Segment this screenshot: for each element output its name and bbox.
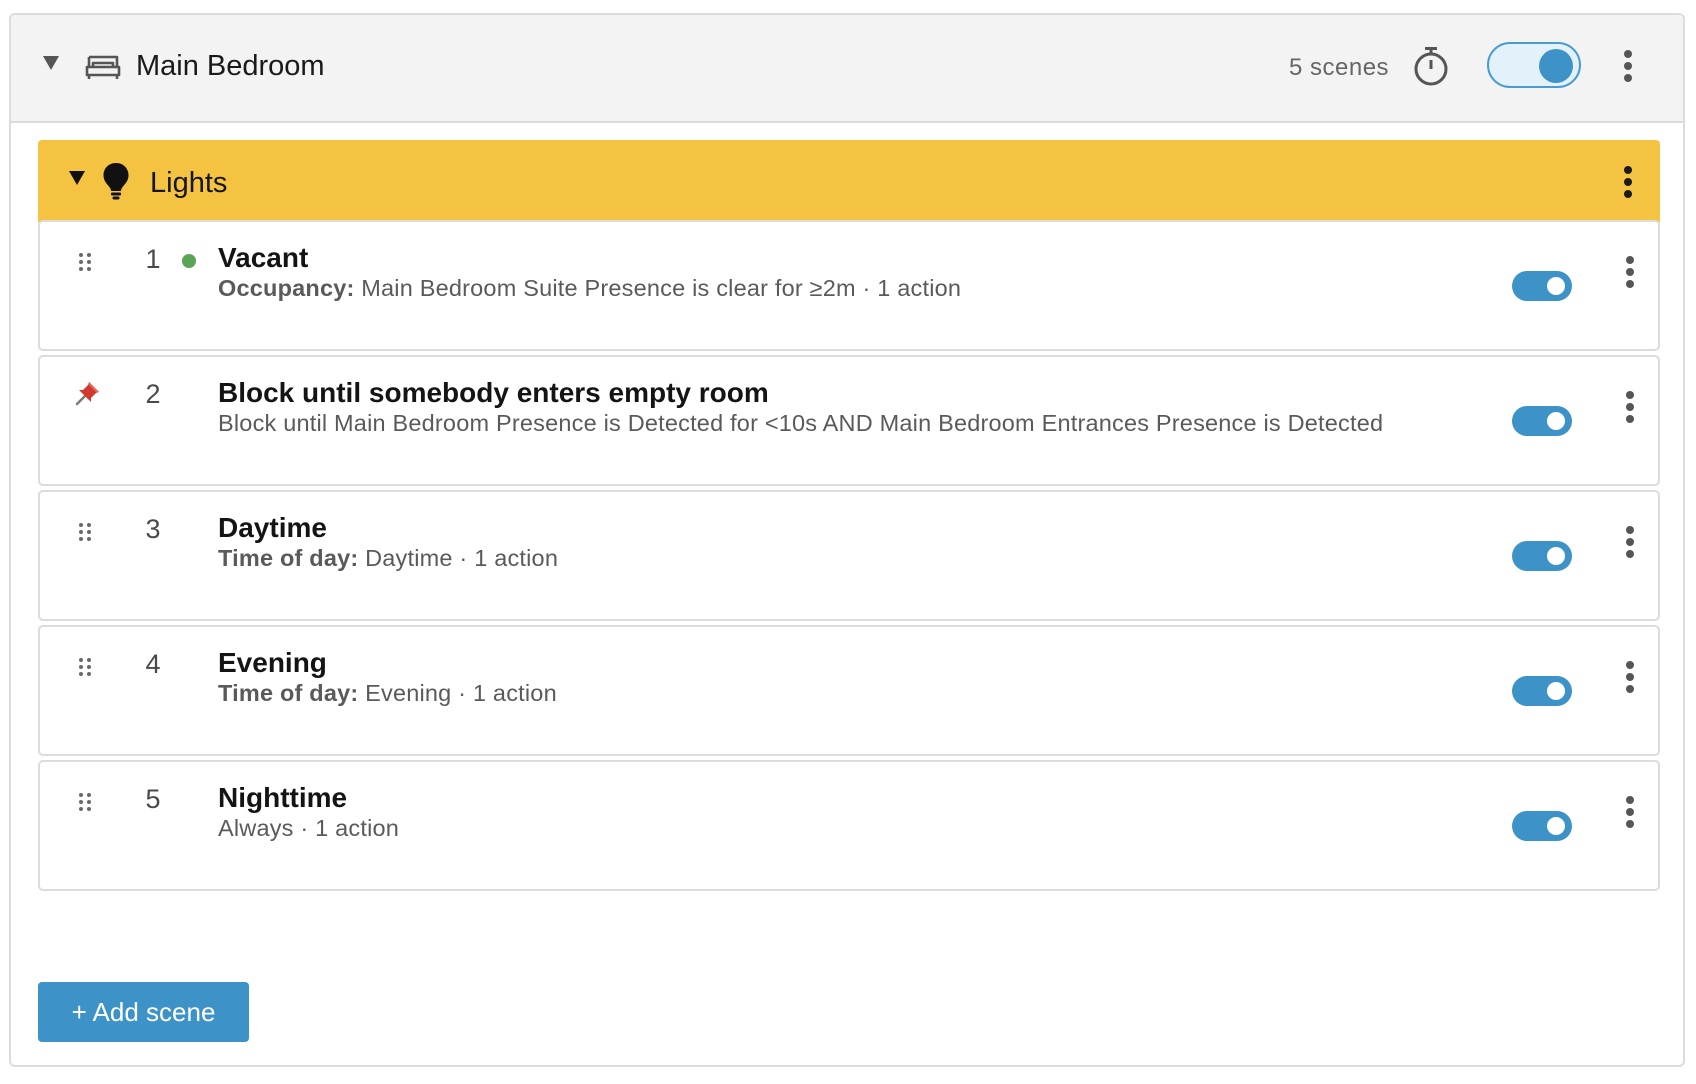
add-scene-button[interactable]: + Add scene bbox=[38, 982, 249, 1042]
toggle-knob bbox=[1547, 817, 1565, 835]
drag-handle-icon[interactable] bbox=[78, 522, 92, 547]
scene-index: 1 bbox=[145, 244, 161, 274]
scene-row-3[interactable]: 3 Daytime Time of day: Daytime · 1 actio… bbox=[38, 490, 1660, 621]
scene-enable-toggle[interactable] bbox=[1512, 811, 1572, 841]
condition-text: Evening · 1 action bbox=[358, 680, 557, 706]
caret-down-icon[interactable] bbox=[42, 55, 60, 76]
scene-enable-toggle[interactable] bbox=[1512, 406, 1572, 436]
condition-text: Daytime · 1 action bbox=[358, 545, 559, 571]
room-card: Main Bedroom 5 scenes Lights 1 Vacant Oc… bbox=[9, 13, 1685, 1067]
scene-row-1[interactable]: 1 Vacant Occupancy: Main Bedroom Suite P… bbox=[38, 220, 1660, 351]
drag-handle-icon[interactable] bbox=[78, 657, 92, 682]
scene-row-2[interactable]: 2 Block until somebody enters empty room… bbox=[38, 355, 1660, 486]
toggle-knob bbox=[1547, 412, 1565, 430]
more-vertical-icon[interactable] bbox=[1625, 391, 1635, 427]
more-vertical-icon[interactable] bbox=[1623, 166, 1633, 202]
scene-row-5[interactable]: 5 Nighttime Always · 1 action bbox=[38, 760, 1660, 891]
condition-text: Always · 1 action bbox=[218, 815, 400, 841]
caret-down-icon[interactable] bbox=[68, 170, 86, 191]
more-vertical-icon[interactable] bbox=[1625, 526, 1635, 562]
condition-text: Main Bedroom Suite Presence is clear for… bbox=[354, 275, 962, 301]
room-title: Main Bedroom bbox=[136, 50, 325, 82]
more-vertical-icon[interactable] bbox=[1625, 796, 1635, 832]
scene-index: 3 bbox=[145, 514, 161, 544]
more-vertical-icon[interactable] bbox=[1625, 256, 1635, 292]
group-title: Lights bbox=[150, 167, 228, 199]
scene-name: Block until somebody enters empty room bbox=[218, 377, 769, 408]
scene-description: Time of day: Daytime · 1 action bbox=[218, 545, 558, 572]
active-indicator bbox=[182, 254, 196, 268]
scene-name: Vacant bbox=[218, 242, 309, 273]
scene-name: Daytime bbox=[218, 512, 327, 543]
room-enable-toggle[interactable] bbox=[1487, 42, 1581, 88]
toggle-knob bbox=[1539, 49, 1573, 83]
more-vertical-icon[interactable] bbox=[1625, 661, 1635, 697]
condition-label: Occupancy: bbox=[218, 275, 355, 301]
stopwatch-icon[interactable] bbox=[1413, 46, 1449, 91]
scene-enable-toggle[interactable] bbox=[1512, 271, 1572, 301]
lightbulb-icon bbox=[102, 162, 130, 205]
toggle-knob bbox=[1547, 277, 1565, 295]
condition-text: Block until Main Bedroom Presence is Det… bbox=[218, 410, 1384, 436]
scene-index: 4 bbox=[145, 649, 161, 679]
scene-enable-toggle[interactable] bbox=[1512, 676, 1572, 706]
drag-handle-icon[interactable] bbox=[78, 792, 92, 817]
scene-description: Block until Main Bedroom Presence is Det… bbox=[218, 410, 1383, 437]
group-header-lights[interactable]: Lights bbox=[38, 140, 1660, 225]
bed-icon bbox=[85, 55, 121, 86]
scene-name: Nighttime bbox=[218, 782, 348, 813]
toggle-knob bbox=[1547, 547, 1565, 565]
scene-description: Occupancy: Main Bedroom Suite Presence i… bbox=[218, 275, 961, 302]
room-header[interactable]: Main Bedroom 5 scenes bbox=[11, 15, 1683, 123]
more-vertical-icon[interactable] bbox=[1623, 50, 1633, 86]
scene-index: 5 bbox=[145, 784, 161, 814]
scene-description: Always · 1 action bbox=[218, 815, 399, 842]
scene-enable-toggle[interactable] bbox=[1512, 541, 1572, 571]
condition-label: Time of day: bbox=[218, 545, 359, 571]
scene-name: Evening bbox=[218, 647, 327, 678]
scene-row-4[interactable]: 4 Evening Time of day: Evening · 1 actio… bbox=[38, 625, 1660, 756]
condition-label: Time of day: bbox=[218, 680, 359, 706]
scene-description: Time of day: Evening · 1 action bbox=[218, 680, 557, 707]
scene-count: 5 scenes bbox=[1289, 54, 1390, 81]
toggle-knob bbox=[1547, 682, 1565, 700]
scene-index: 2 bbox=[145, 379, 161, 409]
pin-icon bbox=[74, 379, 102, 412]
drag-handle-icon[interactable] bbox=[78, 252, 92, 277]
